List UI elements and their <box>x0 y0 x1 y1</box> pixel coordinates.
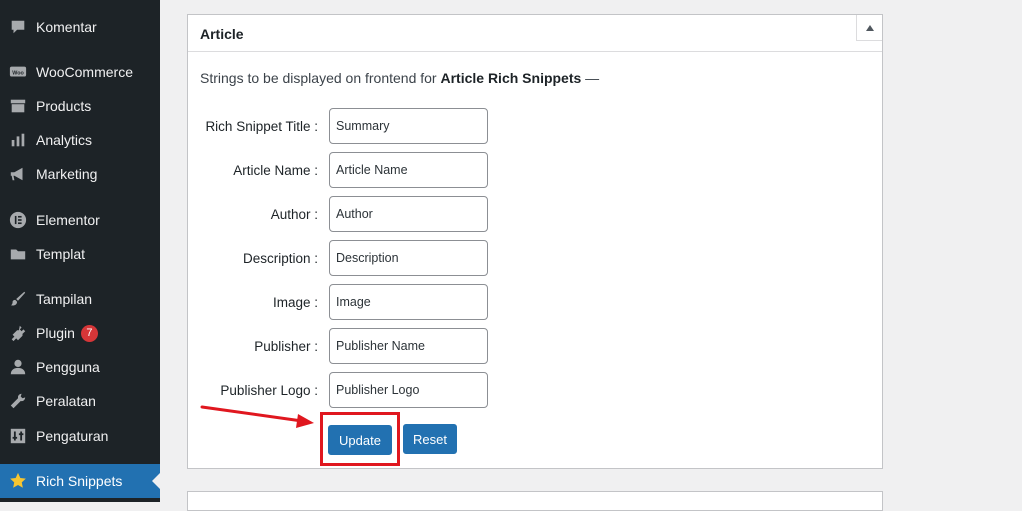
sidebar-item-label: Pengguna <box>36 359 100 375</box>
sidebar-item-label: Analytics <box>36 132 93 148</box>
sidebar-item-pengguna[interactable]: Pengguna <box>0 350 160 384</box>
field-row-article-name: Article Name : <box>188 152 588 188</box>
panel-collapse-toggle[interactable] <box>856 15 882 41</box>
field-label: Article Name : <box>233 163 318 178</box>
settings-sliders-icon <box>8 426 28 446</box>
sidebar-item-label: Peralatan <box>36 393 96 409</box>
sidebar-item-label: WooCommerce <box>36 64 133 80</box>
publisher-input[interactable] <box>329 328 488 364</box>
field-row-description: Description : <box>188 240 588 276</box>
field-label: Rich Snippet Title : <box>205 119 318 134</box>
article-settings-panel: Article Strings to be displayed on front… <box>187 14 883 469</box>
sidebar-item-marketing[interactable]: Marketing <box>0 157 160 191</box>
sidebar-item-peralatan[interactable]: Peralatan <box>0 384 160 418</box>
field-row-author: Author : <box>188 196 588 232</box>
sidebar-item-analytics[interactable]: Analytics <box>0 123 160 157</box>
field-row-image: Image : <box>188 284 588 320</box>
field-label: Image : <box>272 295 318 310</box>
elementor-icon <box>8 210 28 230</box>
highlight-box <box>320 412 400 466</box>
sidebar-item-label: Templat <box>36 246 86 262</box>
reset-button[interactable]: Reset <box>403 424 457 454</box>
next-panel <box>187 491 883 511</box>
panel-intro: Strings to be displayed on frontend for … <box>200 70 600 86</box>
megaphone-icon <box>8 164 28 184</box>
sidebar-item-komentar[interactable]: Komentar <box>0 10 160 44</box>
rich-snippet-title-input[interactable] <box>329 108 488 144</box>
admin-sidebar: Komentar Woo WooCommerce Products Analyt… <box>0 0 160 502</box>
plugin-update-badge: 7 <box>80 324 98 342</box>
sidebar-item-templat[interactable]: Templat <box>0 237 160 271</box>
sidebar-item-pengaturan[interactable]: Pengaturan <box>0 419 160 453</box>
sidebar-item-tampilan[interactable]: Tampilan <box>0 282 160 316</box>
field-label: Description : <box>242 251 318 266</box>
article-name-input[interactable] <box>329 152 488 188</box>
sidebar-item-woocommerce[interactable]: Woo WooCommerce <box>0 55 160 89</box>
sidebar-item-rich-snippets[interactable]: Rich Snippets <box>0 464 160 498</box>
field-label: Publisher : <box>254 339 318 354</box>
panel-title: Article <box>200 26 244 42</box>
field-row-rich-snippet-title: Rich Snippet Title : <box>188 108 588 144</box>
star-icon <box>8 471 28 491</box>
plug-icon <box>8 323 28 343</box>
sidebar-item-label: Marketing <box>36 166 98 182</box>
field-row-publisher: Publisher : <box>188 328 588 364</box>
archive-icon <box>8 96 28 116</box>
intro-bold: Article Rich Snippets <box>440 70 582 86</box>
wrench-icon <box>8 391 28 411</box>
panel-header: Article <box>188 15 882 52</box>
publisher-logo-input[interactable] <box>329 372 488 408</box>
description-input[interactable] <box>329 240 488 276</box>
author-input[interactable] <box>329 196 488 232</box>
sidebar-item-label: Komentar <box>36 19 97 35</box>
woocommerce-icon: Woo <box>8 62 28 82</box>
field-label: Author : <box>270 207 318 222</box>
folder-icon <box>8 244 28 264</box>
annotation-arrow-icon <box>200 405 314 428</box>
sidebar-item-products[interactable]: Products <box>0 89 160 123</box>
user-icon <box>8 357 28 377</box>
sidebar-item-label: Elementor <box>36 212 100 228</box>
bar-chart-icon <box>8 130 28 150</box>
sidebar-item-label: Pengaturan <box>36 428 109 444</box>
svg-text:Woo: Woo <box>12 70 24 76</box>
sidebar-item-elementor[interactable]: Elementor <box>0 203 160 237</box>
image-input[interactable] <box>329 284 488 320</box>
sidebar-item-label: Rich Snippets <box>36 473 123 489</box>
active-menu-arrow <box>152 473 160 489</box>
paintbrush-icon <box>8 289 28 309</box>
sidebar-item-label: Products <box>36 98 92 114</box>
comment-icon <box>8 17 28 37</box>
sidebar-item-label: Tampilan <box>36 291 93 307</box>
sidebar-item-plugin[interactable]: Plugin 7 <box>0 316 160 350</box>
triangle-up-icon <box>865 24 874 31</box>
sidebar-item-label: Plugin <box>36 325 75 341</box>
field-label: Publisher Logo : <box>220 383 318 398</box>
